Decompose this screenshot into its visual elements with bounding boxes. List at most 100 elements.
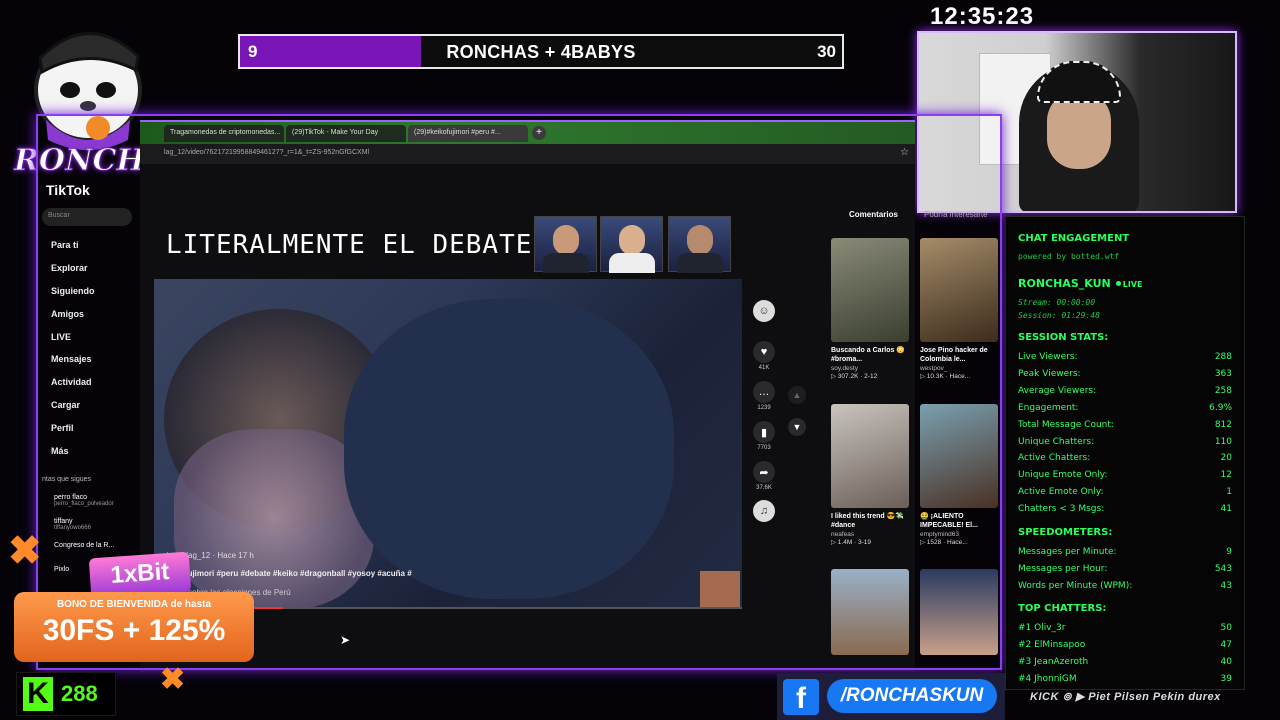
- following-header: ntas que sigues: [42, 476, 92, 483]
- following-item[interactable]: perro flaco perro_flaco_polveador: [54, 494, 114, 507]
- stat-row: Unique Emote Only: 12: [1018, 470, 1232, 480]
- suggested-user: emptymind63: [920, 531, 960, 538]
- new-tab-button[interactable]: +: [532, 126, 546, 140]
- nav-actividad[interactable]: Actividad: [51, 377, 92, 387]
- top-chatters-header: TOP CHATTERS:: [1018, 603, 1107, 614]
- nav-perfil[interactable]: Perfil: [51, 423, 74, 433]
- stat-row: Messages per Minute: 9: [1018, 547, 1232, 557]
- stat-label: Average Viewers:: [1018, 386, 1097, 396]
- like-button[interactable]: ♥ 41K: [752, 341, 776, 371]
- chatter-name: #2 ElMinsapoo: [1018, 640, 1086, 650]
- search-input[interactable]: Buscar: [42, 208, 132, 226]
- following-name: tiffany: [54, 518, 73, 525]
- video-thumbnail: [700, 571, 740, 607]
- suggested-title: Jose Pino hacker de Colombia le...: [920, 347, 988, 363]
- url-text: lag_12/video/7621721995884946127?_r=1&_t…: [164, 149, 370, 156]
- stat-value: 110: [1214, 437, 1232, 447]
- suggested-video-card[interactable]: Buscando a Carlos 😳 #broma... soy.desty …: [831, 238, 909, 380]
- score-bar: 9 RONCHAS + 4BABYS 30: [238, 34, 844, 69]
- stat-value: 20: [1220, 453, 1232, 463]
- stat-row: Peak Viewers: 363: [1018, 369, 1232, 379]
- suggested-video-card[interactable]: [831, 569, 909, 655]
- address-bar[interactable]: lag_12/video/7621721995884946127?_r=1&_t…: [140, 144, 915, 164]
- comment-button[interactable]: … 1239: [752, 381, 776, 411]
- score-right: 30: [817, 42, 836, 61]
- nav-siguiendo[interactable]: Siguiendo: [51, 286, 95, 296]
- viewer-count: 288: [61, 681, 98, 706]
- chatter-name: #4 JhonniGM: [1018, 674, 1077, 684]
- nav-amigos[interactable]: Amigos: [51, 309, 84, 319]
- following-item[interactable]: tiffany tiffanyowo666: [54, 518, 91, 531]
- facebook-handle: /RONCHASKUN: [827, 679, 997, 713]
- promo-line2: 30FS + 125%: [42, 614, 226, 647]
- live-dot-icon: [1115, 281, 1121, 286]
- stat-value: 6.9%: [1209, 403, 1232, 413]
- stat-value: 1: [1226, 487, 1232, 497]
- chatter-count: 39: [1220, 674, 1232, 684]
- nav-mas[interactable]: Más: [51, 446, 69, 456]
- stat-label: Active Emote Only:: [1018, 487, 1104, 497]
- stat-value: 41: [1220, 504, 1232, 514]
- nav-explorar[interactable]: Explorar: [51, 263, 88, 273]
- sponsor-logos: KICK ⊚ ▶ Piet Pilsen Pekin durex: [1030, 691, 1221, 703]
- nav-live[interactable]: LIVE: [51, 332, 71, 342]
- session-time: Session: 01:29:48: [1018, 311, 1100, 320]
- stat-label: Unique Chatters:: [1018, 437, 1095, 447]
- following-item[interactable]: Pixlo: [54, 566, 69, 573]
- bookmark-button[interactable]: ▮ 7703: [752, 421, 776, 451]
- heart-icon: ♥: [753, 341, 775, 363]
- nav-mensajes[interactable]: Mensajes: [51, 354, 92, 364]
- clock: 12:35:23: [930, 3, 1035, 30]
- tiktok-logo[interactable]: TikTok: [46, 182, 90, 198]
- browser-tab-active[interactable]: (29)#keikofujimori #peru #...: [408, 125, 528, 142]
- promo-line1: BONO DE BIENVENIDA de hasta: [56, 599, 212, 610]
- stat-value: 258: [1214, 386, 1232, 396]
- suggested-stats: ▷ 10.3K · Hace...: [920, 373, 971, 380]
- x-decoration-icon: ✖: [160, 663, 186, 696]
- chatter-count: 50: [1220, 623, 1232, 633]
- stat-row: Total Message Count: 812: [1018, 420, 1232, 430]
- kick-logo-icon: K: [23, 677, 53, 711]
- share-button[interactable]: ➦ 37.6K: [752, 461, 776, 491]
- suggested-video-card[interactable]: I liked this trend 😎💸 #dance neafeas ▷ 1…: [831, 404, 909, 546]
- nav-para-ti[interactable]: Para ti: [51, 240, 79, 250]
- bookmark-star-icon[interactable]: ☆: [900, 147, 909, 158]
- following-name: Pixlo: [54, 566, 70, 573]
- video-player[interactable]: mister_lag_12 · Hace 17 h #keikofujimori…: [154, 279, 742, 609]
- music-disc[interactable]: ♫: [752, 500, 776, 522]
- following-handle: tiffanyowo666: [54, 525, 91, 531]
- browser-tab[interactable]: Tragamonedas de criptomonedas...: [164, 125, 284, 142]
- stat-row: Active Chatters: 20: [1018, 453, 1232, 463]
- nav-cargar[interactable]: Cargar: [51, 400, 80, 410]
- suggested-title: Buscando a Carlos 😳 #broma...: [831, 347, 906, 363]
- candidate-photo: [534, 216, 597, 273]
- following-item[interactable]: Congreso de la R...: [54, 542, 114, 549]
- suggested-user: westpov_: [920, 365, 948, 372]
- stat-value: 9: [1226, 547, 1232, 557]
- stat-label: Peak Viewers:: [1018, 369, 1081, 379]
- facebook-banner: f /RONCHASKUN: [777, 673, 1005, 720]
- creator-avatar[interactable]: ☺: [752, 300, 776, 322]
- chevron-up-icon[interactable]: ▲: [788, 386, 806, 404]
- chatter-name: #3 JeanAzeroth: [1018, 657, 1089, 667]
- browser-tab[interactable]: (29)TikTok - Make Your Day: [286, 125, 406, 142]
- top-chatter-row: #1 Oliv_3r 50: [1018, 623, 1232, 633]
- suggested-user: neafeas: [831, 531, 855, 538]
- stat-row: Unique Chatters: 110: [1018, 437, 1232, 447]
- suggested-video-card[interactable]: Jose Pino hacker de Colombia le... westp…: [920, 238, 998, 380]
- powered-by: powered by botted.wtf: [1018, 252, 1120, 261]
- suggested-stats: ▷ 1528 · Hace...: [920, 539, 968, 546]
- video-hashtags[interactable]: #keikofujimori #peru #debate #keiko #dra…: [160, 569, 412, 578]
- suggested-stats: ▷ 307.2K · 2-12: [831, 373, 878, 380]
- suggested-video-card[interactable]: 🤮 ¡ALIENTO IMPECABLE! El... emptymind63 …: [920, 404, 998, 546]
- chevron-down-icon[interactable]: ▼: [788, 418, 806, 436]
- tab-comentarios[interactable]: Comentarios: [849, 210, 898, 219]
- stat-value: 812: [1214, 420, 1232, 430]
- channel-name: RONCHAS_KUN LIVE: [1018, 277, 1142, 290]
- tab-podria-interesarte[interactable]: Podría interesarte: [924, 210, 988, 219]
- session-stats-header: SESSION STATS:: [1018, 332, 1109, 343]
- stat-value: 12: [1220, 470, 1232, 480]
- stat-value: 43: [1220, 581, 1232, 591]
- suggested-video-card[interactable]: [920, 569, 998, 655]
- promo-banner: BONO DE BIENVENIDA de hasta 30FS + 125%: [14, 592, 254, 662]
